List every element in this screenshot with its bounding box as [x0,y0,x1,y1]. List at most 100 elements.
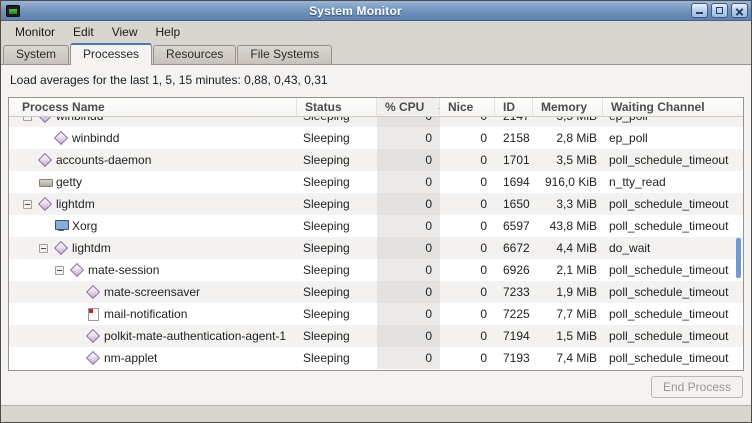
memory-cell: 3,5 MiB [533,117,603,127]
menu-edit[interactable]: Edit [65,23,102,41]
system-monitor-window: System Monitor Monitor Edit View Help Sy… [0,0,752,423]
cpu-cell: 0 [377,259,440,281]
diamond-icon [71,264,83,276]
column-header-nice[interactable]: Nice [440,98,495,116]
waiting-channel-cell: poll_schedule_timeout [603,325,743,347]
cpu-cell: 0 [377,303,440,325]
tab-processes[interactable]: Processes [70,43,152,65]
table-row[interactable]: mate-session Sleeping 0 0 6926 2,1 MiB p… [9,259,743,281]
table-row[interactable]: winbindd Sleeping 0 0 2158 2,8 MiB ep_po… [9,127,743,149]
nice-cell: 0 [440,303,495,325]
id-cell: 1650 [495,193,533,215]
process-name-label: polkit-mate-authentication-agent-1 [104,325,286,347]
process-name-cell: Xorg [9,215,297,237]
close-button[interactable] [731,3,748,18]
tab-system[interactable]: System [3,45,69,64]
tree-collapse-expander-icon[interactable] [23,200,32,209]
cpu-cell: 0 [377,171,440,193]
id-cell: 6926 [495,259,533,281]
window-title: System Monitor [20,4,691,18]
memory-cell: 916,0 KiB [533,171,603,193]
process-name-label: nm-applet [104,347,157,369]
cpu-cell: 0 [377,149,440,171]
process-name-cell: getty [9,171,297,193]
tree-collapse-expander-icon[interactable] [39,244,48,253]
column-header-memory[interactable]: Memory [533,98,603,116]
processes-page: Load averages for the last 1, 5, 15 minu… [1,64,751,405]
memory-cell: 7,7 MiB [533,303,603,325]
id-cell: 2147 [495,117,533,127]
table-row[interactable]: mate-screensaver Sleeping 0 0 7233 1,9 M… [9,281,743,303]
table-row[interactable]: lightdm Sleeping 0 0 6672 4,4 MiB do_wai… [9,237,743,259]
memory-cell: 3,3 MiB [533,193,603,215]
process-name-label: winbindd [72,127,119,149]
vertical-scrollbar-thumb[interactable] [736,238,741,278]
expander-slot [38,244,55,253]
process-name-cell: polkit-mate-authentication-agent-1 [9,325,297,347]
status-cell: Sleeping [297,117,377,127]
minimize-button[interactable] [691,3,708,18]
menu-monitor[interactable]: Monitor [7,23,63,41]
diamond-icon [39,198,51,210]
table-row[interactable]: nm-applet Sleeping 0 0 7193 7,4 MiB poll… [9,347,743,369]
nice-cell: 0 [440,215,495,237]
status-cell: Sleeping [297,127,377,149]
column-header-process-name[interactable]: Process Name [9,98,297,116]
tree-collapse-expander-icon[interactable] [23,117,32,121]
process-name-cell: winbindd [9,117,297,127]
id-cell: 6672 [495,237,533,259]
status-cell: Sleeping [297,347,377,369]
id-cell: 1694 [495,171,533,193]
nice-cell: 0 [440,259,495,281]
process-name-cell: lightdm [9,237,297,259]
memory-cell: 43,8 MiB [533,215,603,237]
process-name-label: Xorg [72,215,97,237]
process-name-label: lightdm [56,193,95,215]
process-name-cell: lightdm [9,193,297,215]
tab-file-systems[interactable]: File Systems [237,45,332,64]
waiting-channel-cell: poll_schedule_timeout [603,347,743,369]
column-header-status[interactable]: Status [297,98,377,116]
memory-cell: 2,1 MiB [533,259,603,281]
column-header-waiting-channel[interactable]: Waiting Channel [603,98,743,116]
table-row[interactable]: accounts-daemon Sleeping 0 0 1701 3,5 Mi… [9,149,743,171]
menu-help[interactable]: Help [148,23,189,41]
table-row[interactable]: mail-notification Sleeping 0 0 7225 7,7 … [9,303,743,325]
diamond-icon [87,286,99,298]
memory-cell: 3,5 MiB [533,149,603,171]
column-header-cpu[interactable]: % CPU [377,98,440,116]
process-name-cell: mail-notification [9,303,297,325]
process-name-label: accounts-daemon [56,149,151,171]
load-average-text: Load averages for the last 1, 5, 15 minu… [8,71,744,97]
process-name-cell: mate-session [9,259,297,281]
waiting-channel-cell: ep_poll [603,117,743,127]
waiting-channel-cell: poll_schedule_timeout [603,215,743,237]
table-row[interactable]: lightdm Sleeping 0 0 1650 3,3 MiB poll_s… [9,193,743,215]
nice-cell: 0 [440,325,495,347]
process-name-label: winbindd [56,117,103,127]
table-row[interactable]: Xorg Sleeping 0 0 6597 43,8 MiB poll_sch… [9,215,743,237]
id-cell: 6597 [495,215,533,237]
waiting-channel-cell: poll_schedule_timeout [603,149,743,171]
titlebar[interactable]: System Monitor [1,1,751,21]
monitor-icon [55,220,67,232]
menu-view[interactable]: View [104,23,146,41]
cpu-cell: 0 [377,325,440,347]
partially-scrolled-row: winbindd Sleeping 0 0 2147 3,5 MiB ep_po… [9,117,743,127]
column-header-id[interactable]: ID [495,98,533,116]
minimize-icon [696,12,703,14]
tab-bar: System Processes Resources File Systems [1,42,751,64]
table-row[interactable]: getty Sleeping 0 0 1694 916,0 KiB n_tty_… [9,171,743,193]
memory-cell: 1,9 MiB [533,281,603,303]
nice-cell: 0 [440,347,495,369]
tree-collapse-expander-icon[interactable] [55,266,64,275]
waiting-channel-cell: poll_schedule_timeout [603,259,743,281]
table-row[interactable]: polkit-mate-authentication-agent-1 Sleep… [9,325,743,347]
expander-slot [54,266,71,275]
tab-resources[interactable]: Resources [153,45,236,64]
maximize-button[interactable] [711,3,728,18]
table-row[interactable]: winbindd Sleeping 0 0 2147 3,5 MiB ep_po… [9,117,743,127]
expander-slot [22,200,39,209]
status-cell: Sleeping [297,215,377,237]
end-process-button[interactable]: End Process [651,376,743,398]
